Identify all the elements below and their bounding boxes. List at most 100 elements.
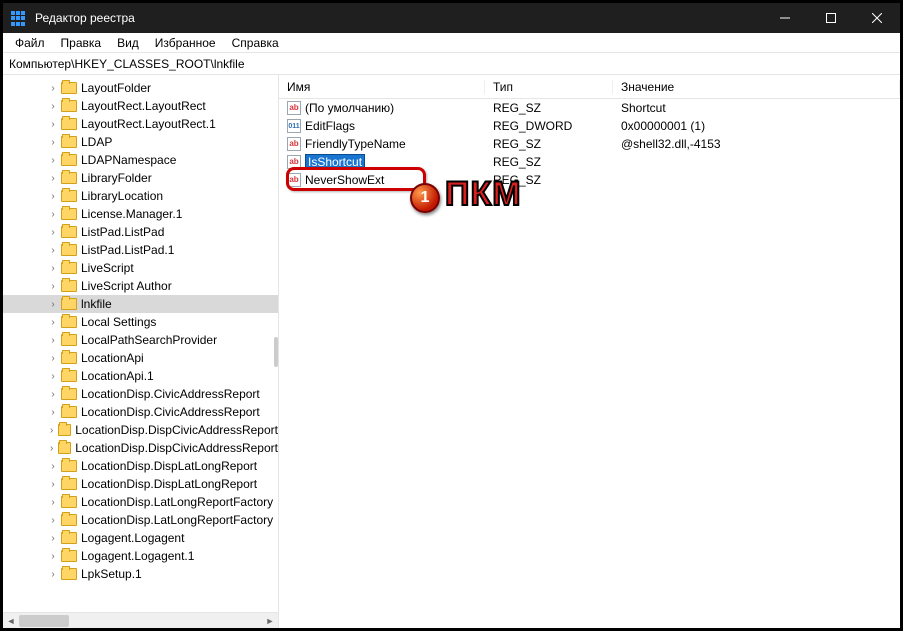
value-row[interactable]: 011EditFlagsREG_DWORD0x00000001 (1): [279, 117, 900, 135]
title-bar[interactable]: Редактор реестра: [3, 3, 900, 33]
folder-icon: [61, 514, 77, 526]
chevron-right-icon[interactable]: [47, 551, 59, 562]
chevron-right-icon[interactable]: [47, 209, 59, 220]
value-row[interactable]: abIsShortcutREG_SZ: [279, 153, 900, 171]
folder-icon: [61, 334, 77, 346]
tree-item[interactable]: LocationDisp.CivicAddressReport: [3, 403, 278, 421]
chevron-right-icon[interactable]: [47, 425, 56, 436]
menu-edit[interactable]: Правка: [53, 34, 110, 52]
tree-item[interactable]: LDAPNamespace: [3, 151, 278, 169]
chevron-right-icon[interactable]: [47, 497, 59, 508]
chevron-right-icon[interactable]: [47, 299, 59, 310]
tree-item[interactable]: LocalPathSearchProvider: [3, 331, 278, 349]
tree-item[interactable]: LocationApi.1: [3, 367, 278, 385]
folder-icon: [61, 136, 77, 148]
scroll-thumb[interactable]: [19, 615, 69, 627]
tree-item[interactable]: LocationDisp.DispCivicAddressReport: [3, 439, 278, 457]
chevron-right-icon[interactable]: [47, 119, 59, 130]
tree-item-label: Logagent.Logagent: [81, 531, 184, 545]
tree-item[interactable]: ListPad.ListPad.1: [3, 241, 278, 259]
chevron-right-icon[interactable]: [47, 371, 59, 382]
string-icon: ab: [287, 137, 301, 151]
tree-item[interactable]: Logagent.Logagent: [3, 529, 278, 547]
chevron-right-icon[interactable]: [47, 101, 59, 112]
folder-icon: [61, 370, 77, 382]
value-name: IsShortcut: [305, 154, 365, 170]
col-name[interactable]: Имя: [279, 80, 485, 94]
tree-item[interactable]: LayoutRect.LayoutRect.1: [3, 115, 278, 133]
chevron-right-icon[interactable]: [47, 245, 59, 256]
chevron-right-icon[interactable]: [47, 407, 59, 418]
chevron-right-icon[interactable]: [47, 479, 59, 490]
col-value[interactable]: Значение: [613, 80, 900, 94]
chevron-right-icon[interactable]: [47, 461, 59, 472]
folder-icon: [61, 280, 77, 292]
tree-item[interactable]: LayoutRect.LayoutRect: [3, 97, 278, 115]
tree-pane[interactable]: LayoutFolderLayoutRect.LayoutRect LayoutR…: [3, 75, 279, 628]
value-type: REG_SZ: [485, 173, 613, 187]
chevron-right-icon[interactable]: [47, 227, 59, 238]
value-type: REG_SZ: [485, 137, 613, 151]
chevron-right-icon[interactable]: [47, 443, 56, 454]
tree-item-label: LocationDisp.LatLongReportFactory: [81, 495, 273, 509]
chevron-right-icon[interactable]: [47, 155, 59, 166]
tree-item[interactable]: LayoutFolder: [3, 79, 278, 97]
h-scrollbar[interactable]: ◄ ►: [3, 612, 278, 628]
values-pane[interactable]: Имя Тип Значение ab(По умолчанию)REG_SZS…: [279, 75, 900, 628]
value-row[interactable]: abNeverShowExtREG_SZ: [279, 171, 900, 189]
chevron-right-icon[interactable]: [47, 137, 59, 148]
chevron-right-icon[interactable]: [47, 281, 59, 292]
chevron-right-icon[interactable]: [47, 317, 59, 328]
chevron-right-icon[interactable]: [47, 353, 59, 364]
tree-item[interactable]: LocationApi: [3, 349, 278, 367]
tree-item[interactable]: ListPad.ListPad: [3, 223, 278, 241]
tree-item-label: LayoutRect.LayoutRect.1: [81, 117, 216, 131]
chevron-right-icon[interactable]: [47, 533, 59, 544]
tree-item[interactable]: LiveScript Author: [3, 277, 278, 295]
chevron-right-icon[interactable]: [47, 173, 59, 184]
tree-item[interactable]: LibraryFolder: [3, 169, 278, 187]
tree-item[interactable]: LibraryLocation: [3, 187, 278, 205]
tree-item[interactable]: LpkSetup.1: [3, 565, 278, 583]
chevron-right-icon[interactable]: [47, 335, 59, 346]
chevron-right-icon[interactable]: [47, 263, 59, 274]
scroll-right-button[interactable]: ►: [262, 613, 278, 629]
chevron-right-icon[interactable]: [47, 83, 59, 94]
chevron-right-icon[interactable]: [47, 515, 59, 526]
window-title: Редактор реестра: [35, 11, 762, 25]
value-row[interactable]: ab(По умолчанию)REG_SZShortcut: [279, 99, 900, 117]
menu-file[interactable]: Файл: [7, 34, 53, 52]
tree-item[interactable]: LocationDisp.LatLongReportFactory: [3, 511, 278, 529]
tree-item[interactable]: LocationDisp.DispLatLongReport: [3, 457, 278, 475]
maximize-button[interactable]: [808, 3, 854, 33]
value-row[interactable]: abFriendlyTypeNameREG_SZ@shell32.dll,-41…: [279, 135, 900, 153]
close-button[interactable]: [854, 3, 900, 33]
tree-item[interactable]: LocationDisp.CivicAddressReport: [3, 385, 278, 403]
splitter-handle[interactable]: [274, 337, 278, 367]
chevron-right-icon[interactable]: [47, 389, 59, 400]
tree-item-label: License.Manager.1: [81, 207, 182, 221]
tree-item[interactable]: LDAP: [3, 133, 278, 151]
chevron-right-icon[interactable]: [47, 191, 59, 202]
tree-item[interactable]: Local Settings: [3, 313, 278, 331]
column-headers[interactable]: Имя Тип Значение: [279, 75, 900, 99]
address-bar[interactable]: Компьютер\HKEY_CLASSES_ROOT\lnkfile: [3, 53, 900, 75]
tree-item[interactable]: Logagent.Logagent.1: [3, 547, 278, 565]
minimize-button[interactable]: [762, 3, 808, 33]
tree-item[interactable]: LiveScript: [3, 259, 278, 277]
tree-item[interactable]: LocationDisp.DispLatLongReport: [3, 475, 278, 493]
regedit-window: Редактор реестра Файл Правка Вид Избранн…: [0, 0, 903, 631]
folder-icon: [61, 262, 77, 274]
tree-item[interactable]: License.Manager.1: [3, 205, 278, 223]
col-type[interactable]: Тип: [485, 80, 613, 94]
tree-item[interactable]: lnkfile: [3, 295, 278, 313]
tree-item[interactable]: LocationDisp.LatLongReportFactory: [3, 493, 278, 511]
menu-help[interactable]: Справка: [224, 34, 287, 52]
tree-item[interactable]: LocationDisp.DispCivicAddressReport: [3, 421, 278, 439]
chevron-right-icon[interactable]: [47, 569, 59, 580]
scroll-left-button[interactable]: ◄: [3, 613, 19, 629]
menu-favorites[interactable]: Избранное: [147, 34, 224, 52]
menu-view[interactable]: Вид: [109, 34, 147, 52]
scroll-track[interactable]: [19, 613, 262, 628]
folder-icon: [61, 406, 77, 418]
